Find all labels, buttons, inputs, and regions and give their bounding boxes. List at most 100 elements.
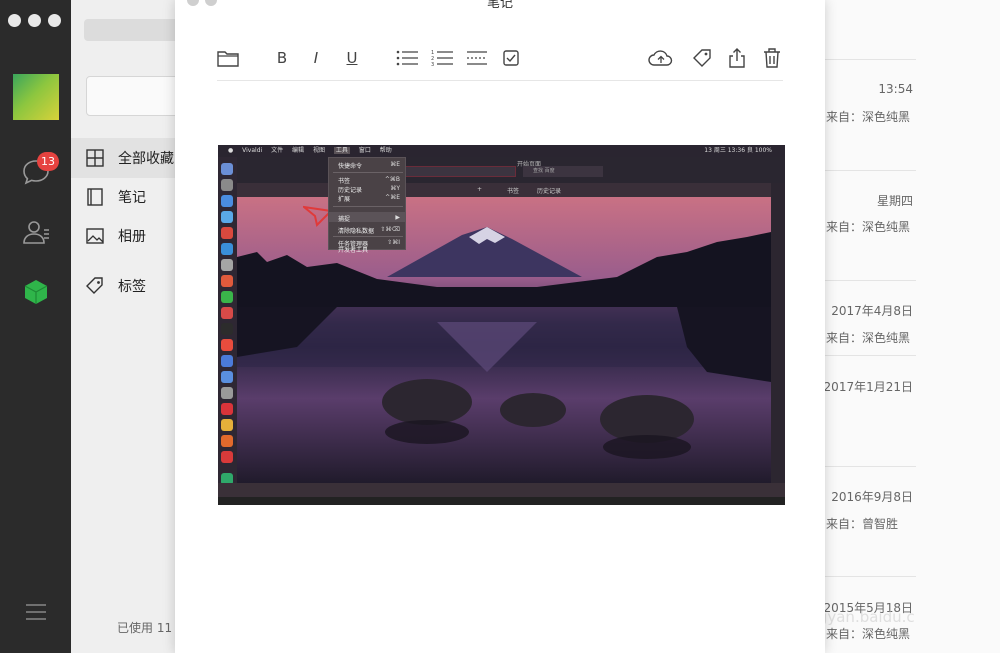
left-dock — [218, 157, 237, 501]
menu-item[interactable]: 清除隐私数据 — [338, 226, 374, 235]
dock-app-icon — [221, 355, 233, 367]
menubar-item: 文件 — [271, 147, 284, 154]
checkbox-icon[interactable] — [497, 44, 525, 72]
history-tab[interactable]: 历史记录 — [537, 186, 561, 195]
list-divider — [824, 280, 916, 281]
window-close-button[interactable] — [8, 14, 21, 27]
share-icon[interactable] — [723, 44, 751, 72]
svg-text:3: 3 — [431, 62, 434, 67]
grid-icon — [86, 149, 104, 167]
dock-app-icon — [221, 211, 233, 223]
sidebar-item-label: 相册 — [118, 229, 146, 245]
app-rail: 13 — [0, 0, 71, 653]
menubar-item: Vivaldi — [242, 147, 263, 154]
mountain-lake-scene — [237, 227, 771, 459]
menu-icon[interactable] — [20, 596, 52, 628]
list-item-time: 13:54 — [878, 82, 913, 96]
menubar-item: 视图 — [312, 147, 325, 154]
album-icon — [86, 228, 104, 244]
bottom-strip — [218, 497, 785, 505]
menu-item[interactable]: 开发者工具 — [338, 245, 368, 254]
list-divider — [824, 466, 916, 467]
menubar-item: 编辑 — [292, 147, 305, 154]
menu-shortcut: ▶ — [395, 214, 400, 221]
dock-app-icon — [221, 259, 233, 271]
divider-icon[interactable] — [463, 44, 491, 72]
list-divider — [824, 576, 916, 577]
menu-item[interactable]: 历史记录 — [338, 185, 362, 194]
favorites-cube-icon[interactable] — [20, 276, 52, 308]
list-item-time: 2017年4月8日 — [831, 304, 913, 318]
list-divider — [824, 355, 916, 356]
dock-app-icon — [221, 403, 233, 415]
window-zoom-button[interactable] — [48, 14, 61, 27]
favorites-list: 13:54 来自：深色纯黑 星期四 来自：深色纯黑 2017年4月8日 来自：深… — [800, 0, 1000, 653]
folder-icon[interactable] — [214, 44, 242, 72]
dock-app-icon — [221, 323, 233, 335]
list-item-source: 来自：曾智胜 — [826, 517, 899, 531]
sidebar-item-tags[interactable]: 标签 — [71, 266, 181, 306]
menu-item[interactable]: 捕捉 — [338, 214, 350, 223]
mac-menubar: ● Vivaldi 文件 编辑 视图 工具 窗口 帮助 13 周三 13:36 … — [218, 145, 785, 157]
dock-app-icon — [221, 419, 233, 431]
unread-badge: 13 — [37, 152, 59, 171]
dock-app-icon — [221, 275, 233, 287]
tag-icon[interactable] — [688, 44, 716, 72]
avatar[interactable] — [13, 74, 59, 120]
menu-shortcut: ⇧⌘⌫ — [380, 226, 400, 233]
sidebar-item-all[interactable]: 全部收藏 — [71, 138, 181, 178]
dock-app-icon — [221, 163, 233, 175]
menu-shortcut: ^⌘E — [385, 194, 400, 201]
sidebar-item-label: 标签 — [118, 279, 146, 295]
list-item-time: 2017年1月21日 — [823, 380, 913, 394]
list-item-source: 来自：深色纯黑 — [826, 331, 911, 345]
bullet-list-icon[interactable] — [393, 44, 421, 72]
trash-icon[interactable] — [758, 44, 786, 72]
menubar-item: 工具 — [333, 147, 350, 154]
sidebar-item-label: 笔记 — [118, 190, 146, 206]
menu-item[interactable]: 书签 — [338, 176, 350, 185]
note-icon — [87, 188, 103, 206]
sidebar-item-notes[interactable]: 笔记 — [71, 177, 181, 217]
dock-app-icon — [221, 339, 233, 351]
cloud-upload-icon[interactable] — [647, 44, 675, 72]
dock-app-icon — [221, 195, 233, 207]
window-minimize-button[interactable] — [28, 14, 41, 27]
underline-icon[interactable]: U — [338, 44, 366, 72]
menu-item[interactable]: 扩展 — [338, 194, 350, 203]
tools-dropdown-menu: 快捷命令 ⌘E 书签 ^⌘B 历史记录 ⌘Y 扩展 ^⌘E 捕捉 ▶ 清除隐私数… — [328, 157, 406, 254]
apple-icon: ● — [228, 147, 234, 154]
menu-separator — [333, 236, 403, 237]
sidebar-item-album[interactable]: 相册 — [71, 216, 181, 256]
add-tab-button[interactable]: + — [477, 186, 482, 193]
contacts-icon[interactable] — [20, 216, 52, 248]
bottom-dock — [218, 483, 785, 497]
bold-icon[interactable]: B — [268, 44, 296, 72]
menu-shortcut: ⇧⌘I — [387, 239, 400, 246]
browser-search-field[interactable]: 查找 百度 — [523, 166, 603, 177]
dock-app-icon — [221, 387, 233, 399]
numbered-list-icon[interactable]: 123 — [428, 44, 456, 72]
note-editor-window: 笔记 B I U 123 ● Vivaldi 文件 编辑 视图 工具 窗口 帮助… — [175, 0, 825, 653]
italic-icon[interactable]: I — [302, 44, 330, 72]
storage-usage: 已使用 11 — [117, 621, 173, 635]
list-item-time: 2016年9月8日 — [831, 490, 913, 504]
list-edge — [916, 0, 1000, 653]
toolbar-divider — [217, 80, 783, 81]
menu-item[interactable]: 快捷命令 — [338, 161, 362, 170]
menu-shortcut: ^⌘B — [384, 176, 400, 183]
bookmarks-tab[interactable]: 书签 — [507, 186, 519, 195]
list-item-source: 来自：深色纯黑 — [826, 110, 911, 124]
embedded-screenshot-image[interactable]: ● Vivaldi 文件 编辑 视图 工具 窗口 帮助 13 周三 13:36 … — [218, 145, 785, 505]
list-divider — [824, 170, 916, 171]
browser-panel-bar: + 书签 历史记录 — [237, 183, 785, 197]
menu-separator — [333, 206, 403, 207]
dock-app-icon — [221, 227, 233, 239]
list-divider — [824, 59, 916, 60]
dock-app-icon — [221, 179, 233, 191]
menu-separator — [333, 172, 403, 173]
dock-app-icon — [221, 451, 233, 463]
menu-shortcut: ⌘E — [390, 161, 400, 168]
dock-app-icon — [221, 243, 233, 255]
window-title: 笔记 — [486, 0, 513, 11]
